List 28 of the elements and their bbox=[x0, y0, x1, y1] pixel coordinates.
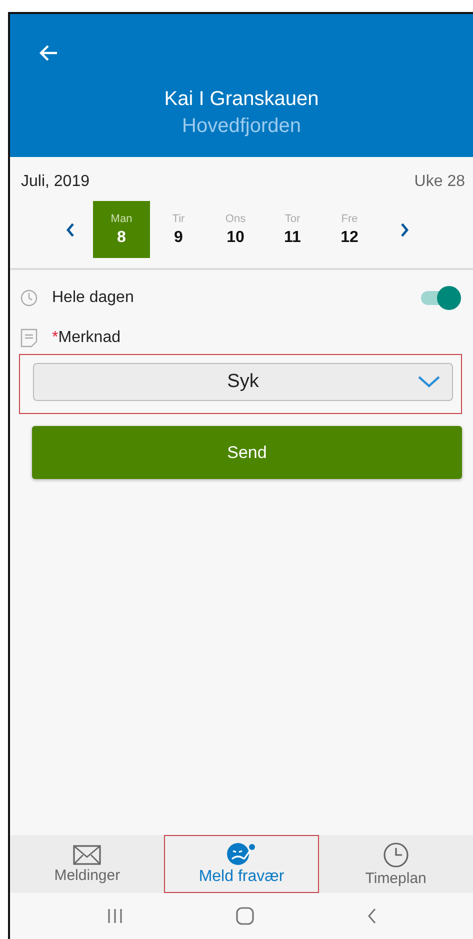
day-tab[interactable]: Tor 11 bbox=[264, 201, 321, 258]
month-label: Juli, 2019 bbox=[21, 173, 90, 191]
nav-tab[interactable]: Timeplan bbox=[318, 835, 473, 893]
send-button[interactable]: Send bbox=[32, 426, 462, 479]
remark-label: *Merknad bbox=[52, 329, 122, 347]
day-tab[interactable]: Fre 12 bbox=[321, 201, 378, 258]
week-label: Uke 28 bbox=[414, 173, 465, 191]
clock-icon bbox=[382, 842, 409, 868]
back-icon[interactable] bbox=[366, 908, 376, 924]
header-subtitle: Hovedfjorden bbox=[182, 115, 301, 138]
nav-tab[interactable]: Meld fravær bbox=[164, 835, 319, 893]
caret-icon bbox=[418, 376, 440, 388]
note-icon bbox=[20, 328, 38, 348]
recent-apps-icon[interactable] bbox=[106, 908, 122, 924]
remark-dropdown[interactable]: Syk bbox=[33, 363, 453, 401]
all-day-label: Hele dagen bbox=[52, 289, 135, 307]
header-title: Kai I Granskauen bbox=[164, 88, 319, 111]
day-tab[interactable]: Tir 9 bbox=[150, 201, 207, 258]
home-icon[interactable] bbox=[236, 907, 254, 925]
envelope-icon bbox=[73, 844, 102, 864]
nav-tab[interactable]: Meldinger bbox=[10, 835, 164, 893]
previous-week-icon[interactable] bbox=[65, 222, 75, 238]
back-arrow-icon[interactable] bbox=[38, 44, 58, 62]
clock-icon bbox=[20, 289, 38, 307]
next-week-icon[interactable] bbox=[400, 222, 410, 238]
sick-face-icon bbox=[226, 842, 256, 866]
day-tab[interactable]: Man 8 bbox=[93, 201, 150, 258]
day-tab[interactable]: Ons 10 bbox=[207, 201, 264, 258]
